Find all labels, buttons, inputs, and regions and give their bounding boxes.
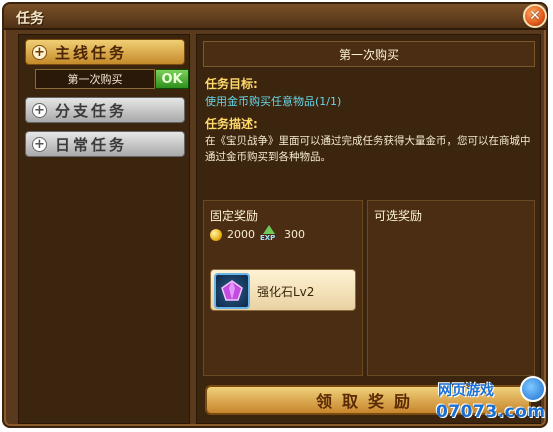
site-watermark: 网页游戏 07073.com	[436, 376, 552, 430]
plus-icon: +	[32, 136, 47, 152]
quest-category-panel: + 主线任务 第一次购买 OK + 分支任务 + 日常任务	[18, 34, 190, 424]
fixed-reward-box: 固定奖励 2000 EXP 300 强化石Lv2	[203, 200, 363, 376]
optional-reward-title: 可选奖励	[374, 209, 423, 223]
reward-item-name: 强化石Lv2	[257, 285, 315, 299]
quest-complete-badge: OK	[155, 69, 189, 89]
quest-window: 任务 + 主线任务 第一次购买 OK + 分支任务 + 日常任务 第一次购买 任…	[2, 2, 548, 428]
window-title: 任务	[16, 11, 44, 27]
quest-list-item[interactable]: 第一次购买	[35, 69, 155, 89]
gem-shape	[221, 280, 243, 301]
gold-coin-icon	[210, 229, 222, 241]
goal-label: 任务目标:	[205, 77, 258, 91]
category-daily-quest[interactable]: + 日常任务	[25, 131, 185, 157]
goal-text: 使用金币购买任意物品(1/1)	[205, 95, 342, 108]
quest-title: 第一次购买	[203, 41, 535, 67]
category-label: 日常任务	[55, 135, 128, 154]
exp-icon: EXP	[260, 225, 278, 245]
description-label: 任务描述:	[205, 117, 258, 131]
watermark-text-top: 网页游戏	[438, 383, 494, 399]
plus-icon: +	[32, 102, 47, 118]
category-main-quest[interactable]: + 主线任务	[25, 39, 185, 65]
fixed-reward-title: 固定奖励	[210, 209, 259, 223]
close-icon[interactable]: ✕	[523, 4, 547, 28]
category-branch-quest[interactable]: + 分支任务	[25, 97, 185, 123]
category-label: 分支任务	[55, 101, 128, 120]
category-label: 主线任务	[55, 43, 128, 62]
description-text: 在《宝贝战争》里面可以通过完成任务获得大量金币，您可以在商城中通过金币购买到各种…	[205, 135, 531, 163]
reward-item-card[interactable]: 强化石Lv2	[210, 269, 356, 311]
exp-label: EXP	[260, 234, 276, 242]
mascot-logo-icon	[520, 376, 546, 402]
gem-icon	[214, 273, 250, 309]
optional-reward-box: 可选奖励	[367, 200, 535, 376]
exp-arrow-shape	[263, 225, 275, 234]
exp-amount: 300	[284, 228, 305, 241]
gold-amount: 2000	[227, 228, 255, 241]
title-bar: 任务	[4, 4, 546, 30]
watermark-text-bottom: 07073.com	[436, 402, 546, 422]
plus-icon: +	[32, 44, 47, 60]
quest-detail-panel: 第一次购买 任务目标: 使用金币购买任意物品(1/1) 任务描述: 在《宝贝战争…	[196, 34, 541, 424]
